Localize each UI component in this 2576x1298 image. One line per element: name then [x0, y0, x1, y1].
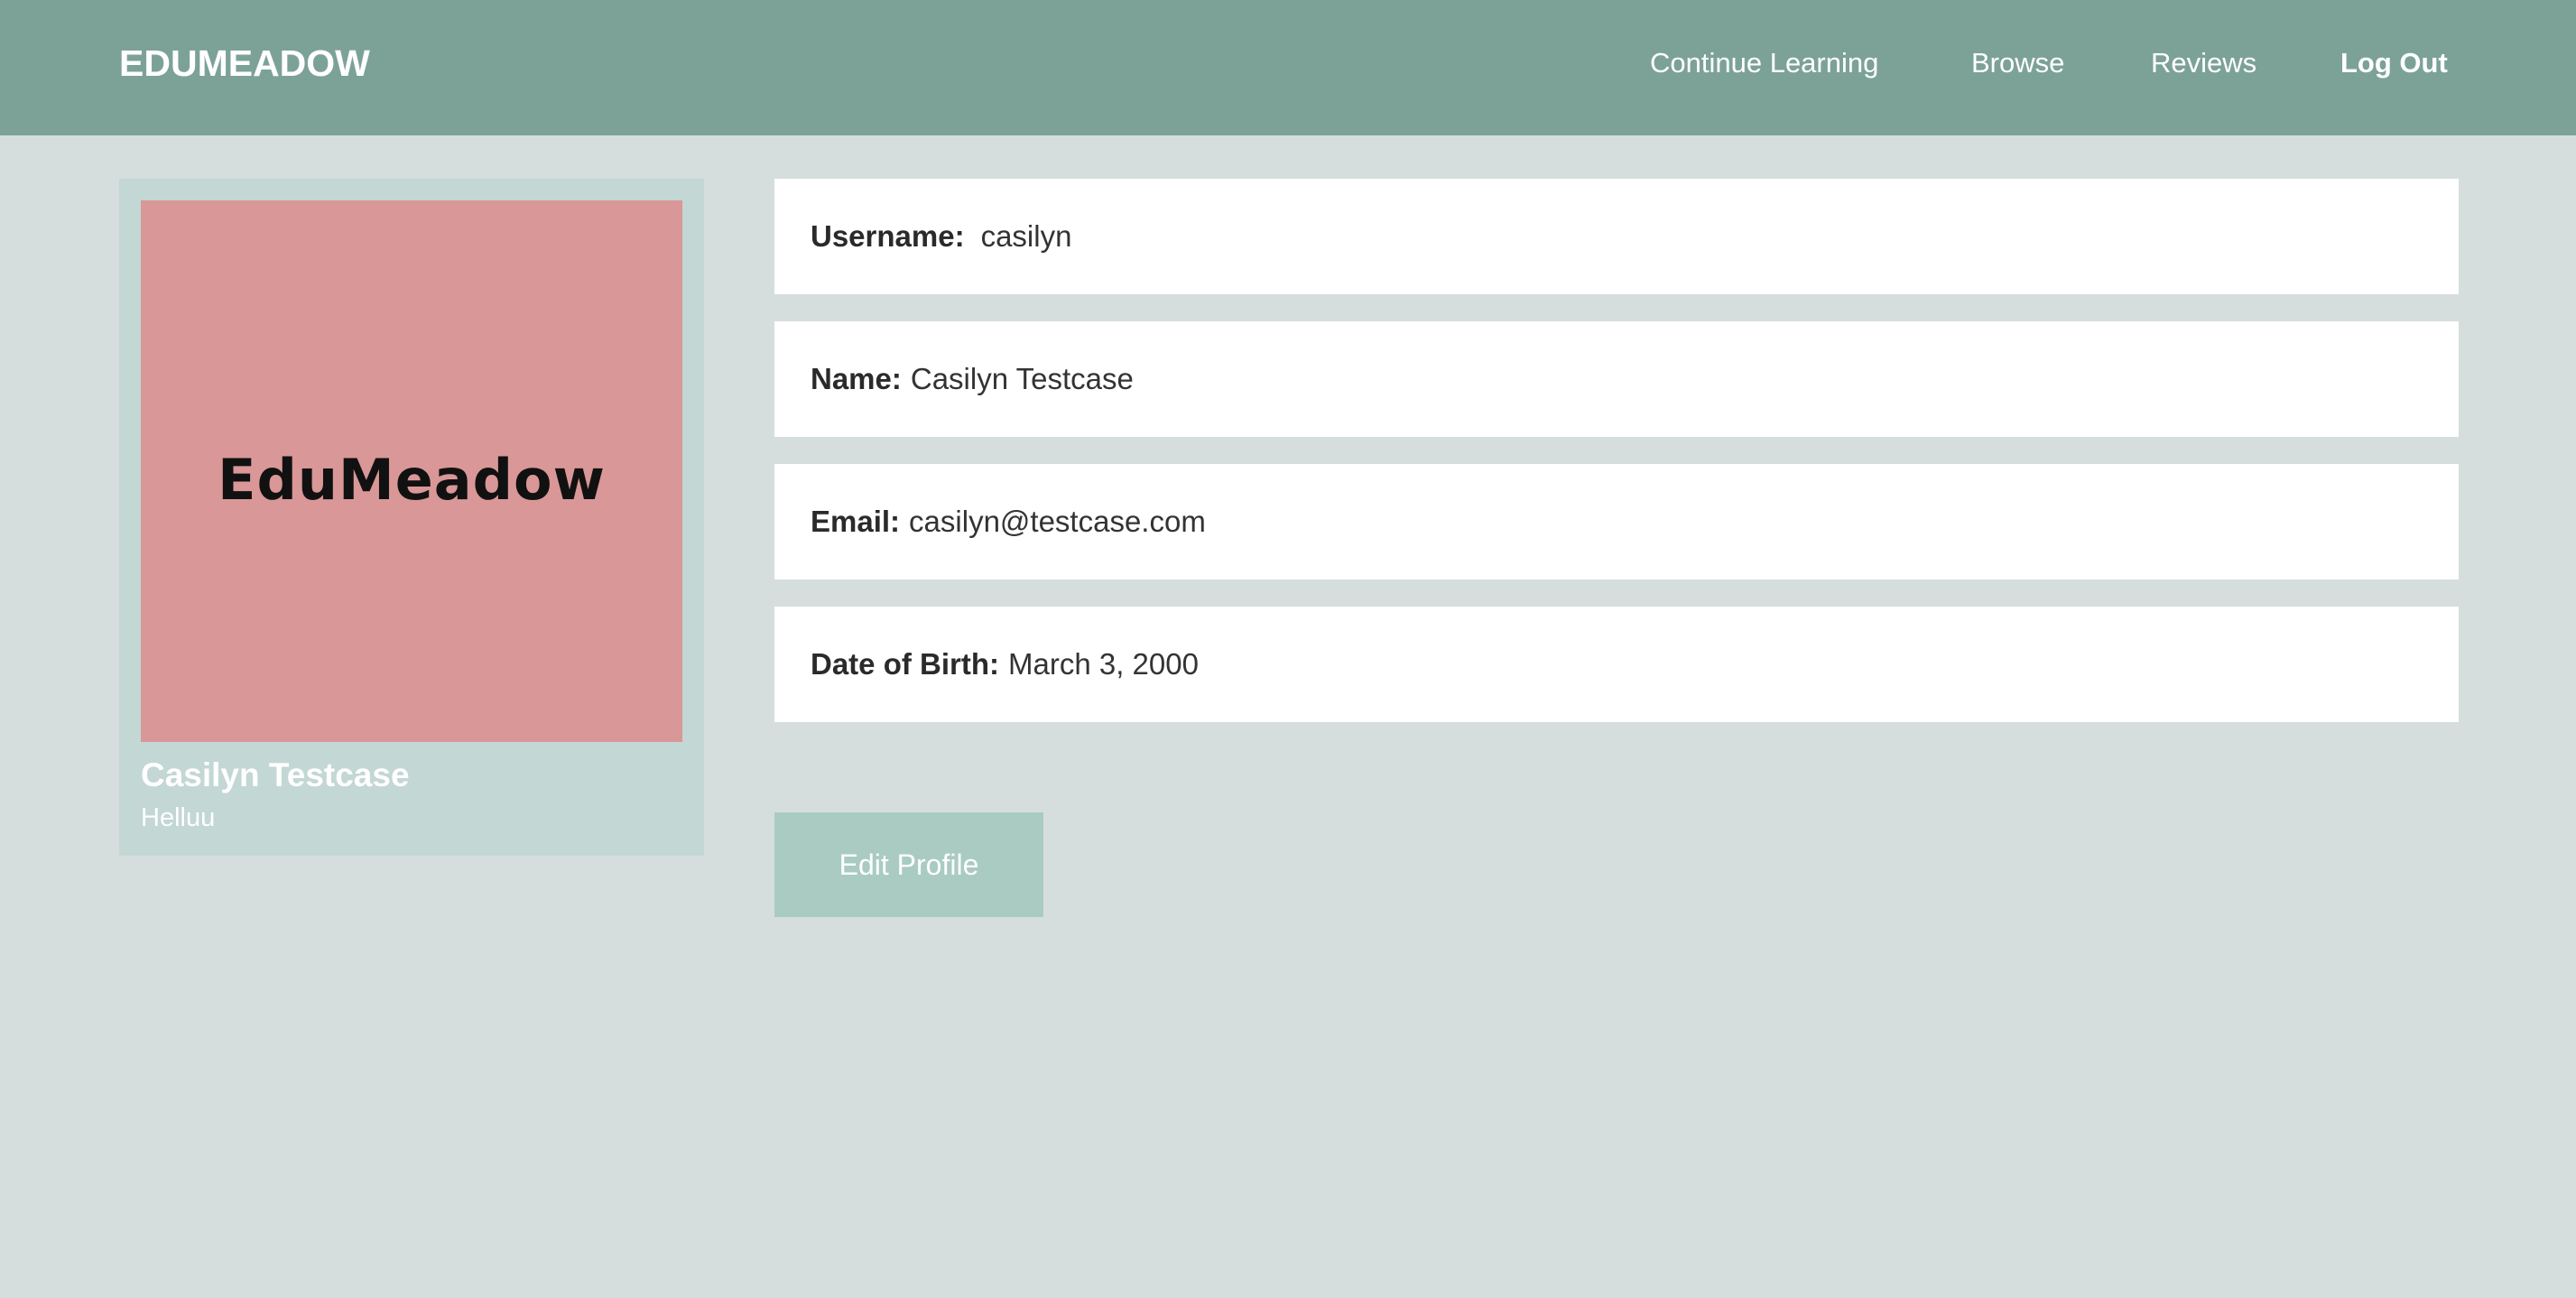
- username-label: Username:: [811, 219, 965, 253]
- profile-bio: Helluu: [141, 803, 216, 832]
- edit-profile-button[interactable]: Edit Profile: [774, 812, 1043, 917]
- nav-browse[interactable]: Browse: [1971, 0, 2064, 126]
- email-label: Email:: [811, 505, 901, 538]
- top-navbar: EDUMEADOW Continue Learning Browse Revie…: [0, 0, 2576, 135]
- username-field: Username: casilyn: [774, 179, 2459, 294]
- email-field: Email: casilyn@testcase.com: [774, 464, 2459, 579]
- name-value: Casilyn Testcase: [910, 362, 1134, 395]
- nav-continue-learning[interactable]: Continue Learning: [1650, 0, 1878, 126]
- brand-logo[interactable]: EDUMEADOW: [119, 0, 370, 126]
- email-value: casilyn@testcase.com: [909, 505, 1206, 538]
- date-of-birth-field: Date of Birth: March 3, 2000: [774, 607, 2459, 722]
- date-of-birth-value: March 3, 2000: [1008, 647, 1199, 681]
- profile-card: EduMeadow Casilyn Testcase Helluu: [119, 179, 704, 856]
- nav-log-out[interactable]: Log Out: [2340, 0, 2448, 126]
- name-field: Name: Casilyn Testcase: [774, 321, 2459, 437]
- profile-name: Casilyn Testcase: [141, 756, 410, 793]
- nav-reviews[interactable]: Reviews: [2151, 0, 2256, 126]
- profile-picture-logo-text: EduMeadow: [218, 446, 606, 513]
- username-value: casilyn: [980, 219, 1072, 253]
- profile-picture: EduMeadow: [141, 200, 682, 742]
- name-label: Name:: [811, 362, 902, 395]
- date-of-birth-label: Date of Birth:: [811, 647, 999, 681]
